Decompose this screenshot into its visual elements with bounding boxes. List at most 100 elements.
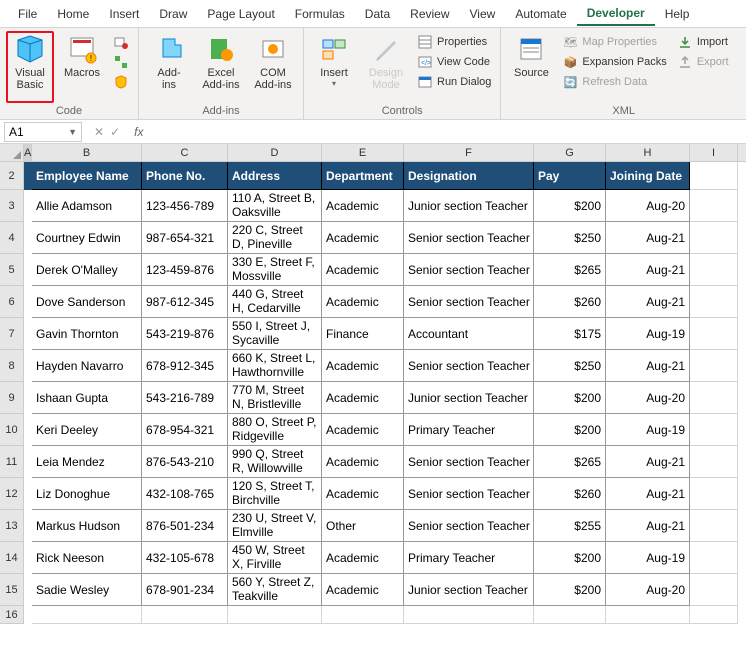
- row-header[interactable]: 2: [0, 162, 24, 190]
- tab-insert[interactable]: Insert: [99, 3, 149, 25]
- table-cell[interactable]: Aug-19: [606, 414, 690, 446]
- col-header-D[interactable]: D: [228, 144, 322, 161]
- table-cell[interactable]: 110 A, Street B, Oaksville: [228, 190, 322, 222]
- table-cell[interactable]: 678-912-345: [142, 350, 228, 382]
- row-header[interactable]: 10: [0, 414, 24, 446]
- table-cell[interactable]: 543-219-876: [142, 318, 228, 350]
- table-cell[interactable]: Academic: [322, 574, 404, 606]
- row-header[interactable]: 15: [0, 574, 24, 606]
- table-cell[interactable]: Primary Teacher: [404, 414, 534, 446]
- table-cell[interactable]: 987-612-345: [142, 286, 228, 318]
- table-cell[interactable]: Academic: [322, 446, 404, 478]
- table-cell[interactable]: Academic: [322, 190, 404, 222]
- col-header-H[interactable]: H: [606, 144, 690, 161]
- table-cell[interactable]: Liz Donoghue: [32, 478, 142, 510]
- table-cell[interactable]: Aug-21: [606, 254, 690, 286]
- table-cell[interactable]: Senior section Teacher: [404, 222, 534, 254]
- tab-view[interactable]: View: [460, 3, 506, 25]
- row-header[interactable]: 4: [0, 222, 24, 254]
- record-macro-button[interactable]: [110, 33, 132, 51]
- table-cell[interactable]: Dove Sanderson: [32, 286, 142, 318]
- table-header[interactable]: Phone No.: [142, 162, 228, 190]
- table-cell[interactable]: 770 M, Street N, Bristleville: [228, 382, 322, 414]
- table-cell[interactable]: 560 Y, Street Z, Teakville: [228, 574, 322, 606]
- use-relative-button[interactable]: [110, 53, 132, 71]
- properties-button[interactable]: Properties: [414, 33, 494, 51]
- table-cell[interactable]: 120 S, Street T, Birchville: [228, 478, 322, 510]
- table-cell[interactable]: $200: [534, 382, 606, 414]
- table-cell[interactable]: Courtney Edwin: [32, 222, 142, 254]
- table-cell[interactable]: Sadie Wesley: [32, 574, 142, 606]
- table-cell[interactable]: Junior section Teacher: [404, 190, 534, 222]
- table-cell[interactable]: Aug-21: [606, 446, 690, 478]
- table-cell[interactable]: Finance: [322, 318, 404, 350]
- table-cell[interactable]: $260: [534, 286, 606, 318]
- visual-basic-button[interactable]: Visual Basic: [6, 31, 54, 103]
- table-cell[interactable]: [690, 606, 738, 624]
- table-cell[interactable]: 450 W, Street X, Firville: [228, 542, 322, 574]
- table-cell[interactable]: Aug-20: [606, 190, 690, 222]
- table-cell[interactable]: 123-459-876: [142, 254, 228, 286]
- row-header[interactable]: 5: [0, 254, 24, 286]
- fx-icon[interactable]: fx: [128, 125, 143, 139]
- macros-button[interactable]: ! Macros: [58, 31, 106, 103]
- col-header-F[interactable]: F: [404, 144, 534, 161]
- row-header[interactable]: 16: [0, 606, 24, 624]
- table-cell[interactable]: Hayden Navarro: [32, 350, 142, 382]
- table-cell[interactable]: Primary Teacher: [404, 542, 534, 574]
- tab-automate[interactable]: Automate: [505, 3, 576, 25]
- com-addins-button[interactable]: COM Add-ins: [249, 31, 297, 103]
- run-dialog-button[interactable]: Run Dialog: [414, 73, 494, 91]
- expansion-packs-button[interactable]: 📦Expansion Packs: [559, 53, 669, 71]
- table-cell[interactable]: Academic: [322, 382, 404, 414]
- table-cell[interactable]: 990 Q, Street R, Willowville: [228, 446, 322, 478]
- table-cell[interactable]: Accountant: [404, 318, 534, 350]
- table-cell[interactable]: Aug-19: [606, 542, 690, 574]
- table-cell[interactable]: $200: [534, 574, 606, 606]
- row-header[interactable]: 12: [0, 478, 24, 510]
- refresh-data-button[interactable]: 🔄Refresh Data: [559, 73, 669, 91]
- table-cell[interactable]: [322, 606, 404, 624]
- table-cell[interactable]: Rick Neeson: [32, 542, 142, 574]
- col-header-A[interactable]: A: [24, 144, 32, 161]
- row-header[interactable]: 3: [0, 190, 24, 222]
- table-cell[interactable]: Academic: [322, 414, 404, 446]
- map-properties-button[interactable]: 🗺Map Properties: [559, 33, 669, 51]
- table-cell[interactable]: Aug-21: [606, 350, 690, 382]
- table-cell[interactable]: $250: [534, 222, 606, 254]
- table-cell[interactable]: [228, 606, 322, 624]
- formula-bar-input[interactable]: [143, 122, 746, 142]
- col-header-E[interactable]: E: [322, 144, 404, 161]
- tab-home[interactable]: Home: [47, 3, 99, 25]
- col-header-G[interactable]: G: [534, 144, 606, 161]
- import-button[interactable]: Import: [674, 33, 732, 51]
- table-cell[interactable]: $200: [534, 190, 606, 222]
- table-cell[interactable]: Junior section Teacher: [404, 382, 534, 414]
- table-cell[interactable]: Markus Hudson: [32, 510, 142, 542]
- chevron-down-icon[interactable]: ▼: [68, 127, 77, 137]
- table-cell[interactable]: [142, 606, 228, 624]
- excel-addins-button[interactable]: Excel Add-ins: [197, 31, 245, 103]
- table-cell[interactable]: $200: [534, 414, 606, 446]
- table-cell[interactable]: Aug-20: [606, 382, 690, 414]
- row-header[interactable]: 6: [0, 286, 24, 318]
- table-cell[interactable]: 330 E, Street F, Mossville: [228, 254, 322, 286]
- table-cell[interactable]: 876-501-234: [142, 510, 228, 542]
- table-cell[interactable]: [534, 606, 606, 624]
- table-cell[interactable]: 440 G, Street H, Cedarville: [228, 286, 322, 318]
- table-cell[interactable]: [606, 606, 690, 624]
- row-header[interactable]: 8: [0, 350, 24, 382]
- table-cell[interactable]: 660 K, Street L, Hawthornville: [228, 350, 322, 382]
- table-cell[interactable]: Academic: [322, 286, 404, 318]
- table-cell[interactable]: Academic: [322, 222, 404, 254]
- table-cell[interactable]: Senior section Teacher: [404, 478, 534, 510]
- enter-formula-icon[interactable]: ✓: [110, 125, 120, 139]
- tab-formulas[interactable]: Formulas: [285, 3, 355, 25]
- row-header[interactable]: 13: [0, 510, 24, 542]
- col-header-C[interactable]: C: [142, 144, 228, 161]
- table-header[interactable]: Designation: [404, 162, 534, 190]
- table-cell[interactable]: Aug-21: [606, 222, 690, 254]
- tab-file[interactable]: File: [8, 3, 47, 25]
- tab-review[interactable]: Review: [400, 3, 459, 25]
- table-cell[interactable]: 550 I, Street J, Sycaville: [228, 318, 322, 350]
